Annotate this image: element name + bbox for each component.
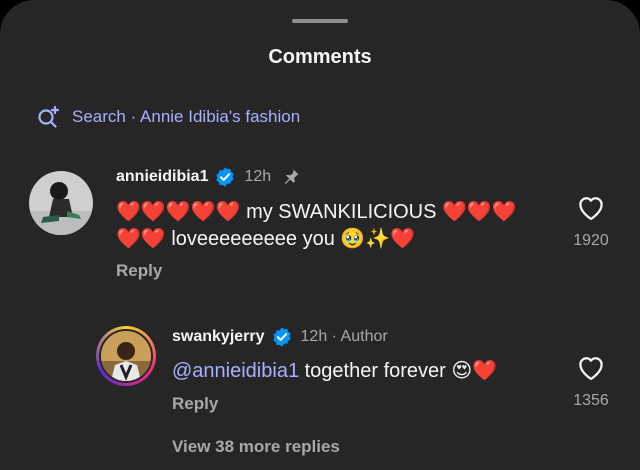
comment-2-header: swankyjerry 12h · Author [172, 326, 388, 348]
comment-2-text-body: together forever 😍❤️ [299, 360, 498, 382]
search-link[interactable]: Search · Annie Idibia's fashion [36, 104, 300, 130]
pin-icon [284, 169, 299, 185]
comment-2-reply-button[interactable]: Reply [172, 394, 218, 414]
verified-badge-icon [272, 327, 291, 347]
comments-sheet: Comments Search · Annie Idibia's fashion… [0, 0, 640, 470]
comment-2-username[interactable]: swankyjerry [172, 328, 265, 346]
comment-1-text-line-2: ❤️❤️ loveeeeeeeee you 🥹✨❤️ [116, 228, 416, 250]
sheet-title: Comments [268, 46, 372, 68]
comment-2-like-count: 1356 [573, 392, 609, 409]
comment-2-time: 12h · Author [300, 328, 388, 345]
view-more-replies-button[interactable]: View 38 more replies [172, 437, 340, 457]
search-text: Search · Annie Idibia's fashion [72, 107, 301, 126]
comment-1-reply-button[interactable]: Reply [116, 261, 162, 281]
verified-badge-icon [216, 167, 235, 187]
comment-1-text-line-1: ❤️❤️❤️❤️❤️ my SWANKILICIOUS ❤️❤️❤️ [116, 201, 517, 223]
comment-1-header: annieidibia1 12h [116, 166, 301, 188]
comment-2-text: @annieidibia1 together forever 😍❤️ [172, 357, 497, 385]
heart-icon[interactable] [576, 193, 606, 221]
drag-handle[interactable] [292, 19, 348, 23]
comment-1-time: 12h [244, 168, 272, 185]
avatar-annieidibia1[interactable] [29, 171, 93, 235]
comment-1-like-count: 1920 [573, 232, 609, 249]
avatar-photo [29, 171, 93, 235]
comment-2-mention-link[interactable]: @annieidibia1 [172, 360, 299, 382]
avatar-swankyjerry[interactable] [96, 326, 156, 386]
heart-icon[interactable] [576, 353, 606, 381]
comment-1-username[interactable]: annieidibia1 [116, 168, 208, 186]
avatar-photo [101, 331, 151, 381]
search-sparkle-icon [38, 105, 60, 128]
